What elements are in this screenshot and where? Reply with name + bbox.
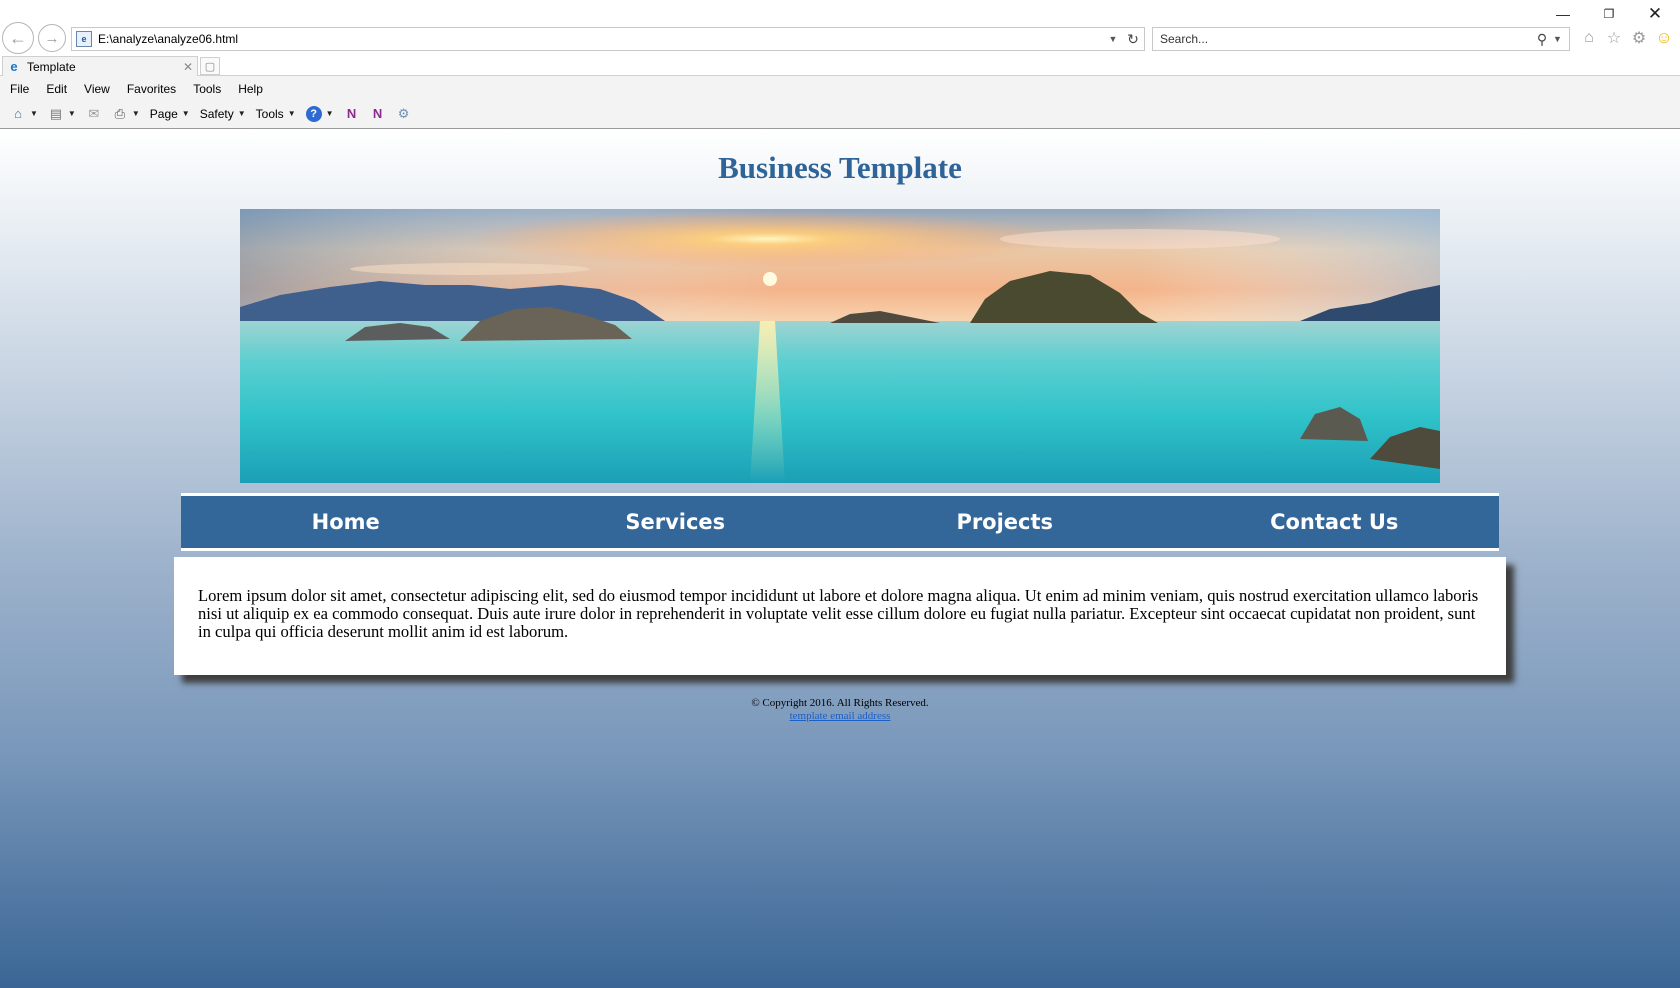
safety-menu-button[interactable]: Safety ▼	[200, 107, 246, 121]
chevron-down-icon: ▼	[30, 109, 38, 118]
close-window-button[interactable]: ✕	[1632, 2, 1678, 26]
nav-home-link[interactable]: Home	[181, 496, 511, 548]
content-panel: Lorem ipsum dolor sit amet, consectetur …	[174, 557, 1506, 675]
address-dropdown-icon[interactable]: ▼	[1104, 34, 1122, 44]
nav-contact-us-link[interactable]: Contact Us	[1170, 496, 1500, 548]
page-menu-button[interactable]: Page ▼	[150, 107, 190, 121]
settings-button[interactable]: ⚙	[396, 106, 412, 122]
menu-favorites[interactable]: Favorites	[127, 82, 176, 96]
forward-button[interactable]: →	[38, 24, 66, 52]
restore-button[interactable]: ❐	[1586, 2, 1632, 26]
smiley-icon[interactable]: ☺	[1655, 28, 1673, 48]
mail-icon: ✉	[88, 105, 100, 121]
chevron-down-icon: ▼	[325, 109, 334, 118]
address-bar[interactable]: e E:\analyze\analyze06.html ▼ ↻	[71, 27, 1145, 51]
chevron-down-icon: ▼	[287, 109, 296, 118]
chevron-down-icon: ▼	[181, 109, 190, 118]
minimize-button[interactable]: —	[1540, 2, 1586, 26]
menu-bar: File Edit View Favorites Tools Help	[0, 78, 1680, 100]
page-menu-label: Page	[149, 106, 178, 121]
safety-menu-label: Safety	[199, 106, 234, 121]
tools-menu-label: Tools	[255, 106, 284, 121]
print-button[interactable]: ⎙ ▼	[112, 106, 140, 122]
onenote-button[interactable]: N	[344, 106, 360, 122]
footer-email-link[interactable]: template email address	[790, 710, 891, 722]
back-button[interactable]: ←	[2, 22, 34, 54]
feeds-button[interactable]: ▤ ▼	[48, 106, 76, 122]
printer-icon: ⎙	[114, 105, 126, 121]
search-icon[interactable]: ⚲	[1531, 31, 1553, 48]
nav-services-link[interactable]: Services	[511, 496, 841, 548]
browser-chrome: ← → e E:\analyze\analyze06.html ▼ ↻ Sear…	[0, 0, 1680, 129]
onenote-linked-button[interactable]: N	[370, 106, 386, 122]
chevron-down-icon: ▼	[67, 109, 76, 118]
command-bar: ⌂ ▼ ▤ ▼ ✉ ⎙ ▼ Page ▼ Safety ▼ Tools ▼ ? ▼ N N ⚙	[0, 101, 1680, 126]
page-footer: © Copyright 2016. All Rights Reserved. t…	[0, 697, 1680, 723]
tools-menu-button[interactable]: Tools ▼	[256, 107, 296, 121]
banner-image	[240, 209, 1440, 483]
help-icon: ?	[305, 105, 322, 122]
forward-arrow-icon: →	[44, 29, 60, 47]
footer-copyright: © Copyright 2016. All Rights Reserved.	[751, 697, 929, 709]
site-navbar: Home Services Projects Contact Us	[181, 493, 1499, 551]
home-button[interactable]: ⌂ ▼	[10, 106, 38, 122]
content-paragraph: Lorem ipsum dolor sit amet, consectetur …	[198, 586, 1479, 641]
onenote-icon: N	[346, 106, 357, 121]
rss-feed-icon: ▤	[49, 105, 63, 121]
tab-strip: e Template ✕ ▢	[0, 56, 1680, 76]
search-bar[interactable]: Search... ⚲ ▼	[1152, 27, 1570, 51]
gear-icon: ⚙	[397, 105, 410, 121]
tab-template[interactable]: e Template ✕	[2, 56, 198, 76]
star-icon[interactable]: ☆	[1605, 28, 1623, 48]
sunset-seascape-image	[240, 209, 1440, 483]
page-title: Business Template	[718, 150, 962, 185]
refresh-icon[interactable]: ↻	[1122, 31, 1144, 48]
help-menu-button[interactable]: ? ▼	[305, 105, 334, 122]
menu-help[interactable]: Help	[238, 82, 263, 96]
search-input[interactable]: Search...	[1160, 32, 1531, 46]
gear-icon[interactable]: ⚙	[1630, 28, 1648, 48]
back-arrow-icon: ←	[9, 27, 27, 48]
menu-tools[interactable]: Tools	[193, 82, 221, 96]
address-row: ← → e E:\analyze\analyze06.html ▼ ↻ Sear…	[0, 0, 1680, 56]
menu-view[interactable]: View	[84, 82, 110, 96]
new-tab-button[interactable]: ▢	[200, 57, 220, 75]
menu-file[interactable]: File	[10, 82, 29, 96]
home-icon: ⌂	[14, 106, 22, 121]
web-page: Business Template Home Services Projects…	[0, 130, 1680, 988]
tab-close-icon[interactable]: ✕	[179, 60, 197, 74]
ie-icon: e	[10, 59, 18, 74]
toolbar-right-icons: ⌂ ☆ ⚙ ☺	[1580, 28, 1673, 48]
menu-edit[interactable]: Edit	[46, 82, 67, 96]
tab-title: Template	[27, 59, 76, 74]
onenote-linked-icon: N	[372, 106, 383, 121]
chevron-down-icon: ▼	[131, 109, 140, 118]
address-input[interactable]: E:\analyze\analyze06.html	[98, 32, 1104, 46]
nav-projects-link[interactable]: Projects	[840, 496, 1170, 548]
home-icon[interactable]: ⌂	[1580, 28, 1598, 48]
mail-button[interactable]: ✉	[86, 106, 102, 122]
search-dropdown-icon[interactable]: ▼	[1553, 34, 1569, 44]
chevron-down-icon: ▼	[237, 109, 246, 118]
page-icon: e	[76, 31, 92, 47]
